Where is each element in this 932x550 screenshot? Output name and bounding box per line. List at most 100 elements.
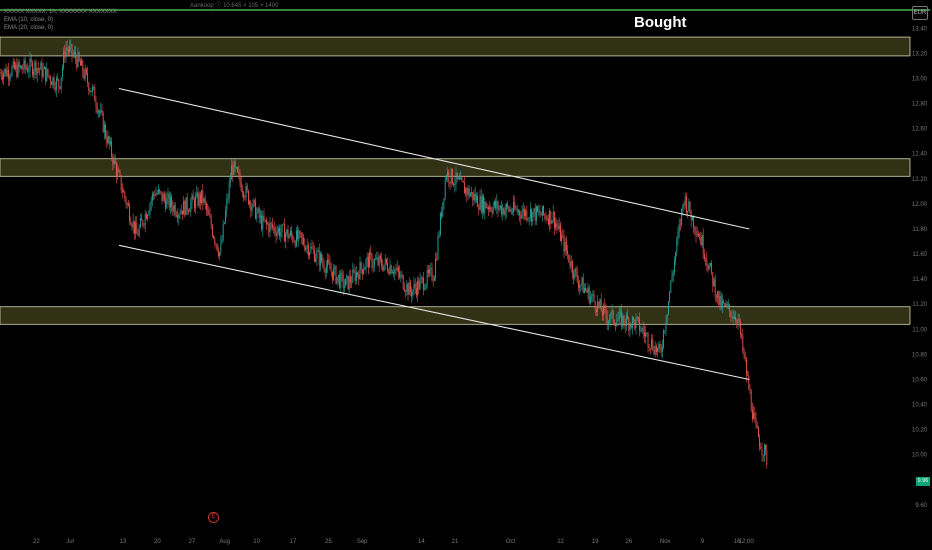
candle-body [102,112,104,133]
candle-body [360,262,362,269]
candle-body [305,246,307,251]
bought-annotation: Bought [634,14,687,31]
candle-body [749,389,751,392]
candle-body [234,161,236,168]
candle-body [708,265,710,270]
candle-body [473,193,475,201]
candle-body [647,333,649,347]
candle-body [71,44,73,56]
candle-body [541,206,543,216]
candle-body [22,69,24,70]
candle-body [535,206,537,221]
candle-body [327,259,329,267]
candle-body [706,258,708,265]
ema-10-legend[interactable]: EMA (10, close, 0) [4,16,53,24]
candle-body [389,265,391,275]
candle-body [753,412,755,420]
candle-body [325,266,327,274]
candle-body [89,90,91,92]
candle-body [13,61,15,69]
candle-body [580,284,582,286]
candle-body [703,254,705,259]
candle-body [528,217,530,219]
candle-body [301,237,303,239]
candle-body [586,290,588,293]
candle-body [275,232,277,237]
candle-body [583,287,585,294]
candle-body [502,207,504,215]
candle-body [448,171,450,182]
candle-body [655,345,657,353]
candle-body [317,250,319,252]
candle-body [645,333,647,337]
candle-body [246,185,248,191]
candle-body [522,208,524,213]
candle-body [558,224,560,230]
candle-body [372,265,374,268]
candle-body [453,183,455,186]
candle-body [664,330,666,332]
candle-body [450,168,452,184]
candle-body [574,268,576,279]
candle-body [617,318,619,321]
candle-body [91,87,93,92]
candle-body [515,209,517,210]
candle-body [646,333,648,334]
candle-body [365,260,367,269]
candle-body [606,316,608,324]
candle-body [581,277,583,285]
candle-body [328,259,330,263]
candle-body [37,68,39,69]
candle-body [441,213,443,217]
earnings-event-badge[interactable]: E [208,512,219,523]
candle-body [292,235,294,242]
candle-body [520,215,522,219]
candle-body [639,318,641,332]
candle-body [366,256,368,261]
candle-body [315,258,317,262]
zone-top[interactable] [0,36,911,57]
candle-body [51,82,53,85]
candle-body [478,207,480,210]
candle-body [731,316,733,318]
candle-body [451,168,453,184]
zone-mid[interactable] [0,158,911,177]
candle-body [79,60,81,66]
candle-body [64,51,66,58]
y-tick-label: 10.00 [912,453,928,459]
candle-body [551,220,553,224]
candle-body [369,252,371,268]
candle-body [53,77,55,88]
candle-body [324,269,326,274]
x-tick-label: Aug [219,539,230,545]
candle-body [358,274,360,280]
candle-body [30,58,32,63]
candle-body [187,210,189,212]
candle-body [613,322,615,325]
candle-body [59,86,61,89]
candle-body [221,239,223,243]
candle-body [222,223,224,240]
candle-body [384,258,386,265]
candle-body [306,245,308,247]
candle-body [487,207,489,210]
candle-body [525,210,527,217]
candle-body [35,61,37,75]
candle-body [760,446,762,450]
candle-body [603,305,605,316]
candle-body [670,280,672,293]
candle-body [240,182,242,191]
candle-body [78,52,80,61]
candle-body [631,317,633,328]
candle-body [640,330,642,332]
ema-20-legend[interactable]: EMA (20, close, 0) [4,24,53,32]
candle-body [622,315,624,327]
zone-low[interactable] [0,306,911,325]
candle-body [11,67,13,76]
candle-body [115,164,117,177]
price-chart[interactable]: 13.40 13.20 13.00 12.80 12.60 12.40 12.20 12.00… [0,0,932,550]
currency-badge[interactable]: EUR [912,6,928,20]
candle-body [213,235,215,239]
candle-body [0,72,2,77]
candle-body [148,212,150,215]
